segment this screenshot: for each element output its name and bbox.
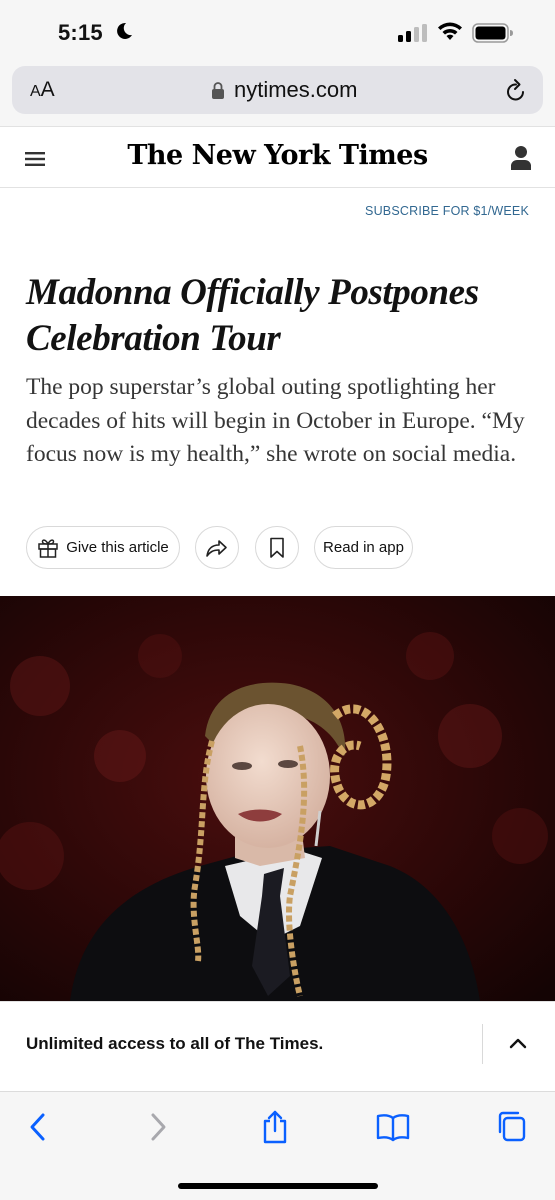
give-article-label: Give this article bbox=[66, 539, 169, 556]
subscription-banner-text: Unlimited access to all of The Times. bbox=[26, 1034, 324, 1053]
text-size-button[interactable]: AA bbox=[30, 78, 55, 102]
bookmarks-icon[interactable] bbox=[375, 1110, 411, 1144]
share-arrow-icon bbox=[206, 539, 227, 557]
share-icon[interactable] bbox=[260, 1110, 290, 1144]
share-button[interactable] bbox=[195, 526, 239, 569]
bookmark-icon bbox=[270, 537, 284, 558]
save-article-button[interactable] bbox=[255, 526, 299, 569]
give-article-button[interactable]: Give this article bbox=[26, 526, 180, 569]
divider bbox=[482, 1024, 483, 1064]
address-bar[interactable]: AA nytimes.com bbox=[12, 66, 543, 114]
forward-icon[interactable] bbox=[146, 1110, 170, 1144]
subscription-banner[interactable]: Unlimited access to all of The Times. bbox=[0, 1001, 555, 1091]
reload-icon[interactable] bbox=[504, 78, 528, 104]
read-in-app-button[interactable]: Read in app bbox=[314, 526, 413, 569]
lock-icon bbox=[212, 82, 224, 99]
back-icon[interactable] bbox=[26, 1110, 50, 1144]
chevron-up-icon[interactable] bbox=[508, 1036, 528, 1050]
home-indicator bbox=[178, 1183, 378, 1189]
status-bar: 5:15 bbox=[0, 0, 555, 62]
article-photo bbox=[0, 596, 555, 1001]
battery-icon bbox=[472, 23, 513, 43]
status-time: 5:15 bbox=[58, 20, 103, 45]
article-summary: The pop superstar’s global outing spotli… bbox=[26, 374, 525, 467]
subscribe-link[interactable]: SUBSCRIBE FOR $1/WEEK bbox=[365, 204, 529, 218]
cellular-signal-icon bbox=[398, 24, 427, 42]
wifi-icon bbox=[438, 22, 462, 40]
site-header: The New York Times bbox=[0, 126, 555, 188]
article-headline: Madonna Officially Postpones Celebration… bbox=[26, 272, 479, 359]
article-photo-illustration bbox=[0, 596, 555, 1001]
site-logo[interactable]: The New York Times bbox=[0, 140, 555, 171]
browser-address-area: AA nytimes.com bbox=[0, 62, 555, 126]
account-icon[interactable] bbox=[510, 145, 532, 171]
gift-icon bbox=[38, 538, 58, 558]
moon-icon bbox=[117, 22, 132, 39]
tabs-icon[interactable] bbox=[494, 1110, 528, 1144]
url-text[interactable]: nytimes.com bbox=[234, 77, 357, 103]
